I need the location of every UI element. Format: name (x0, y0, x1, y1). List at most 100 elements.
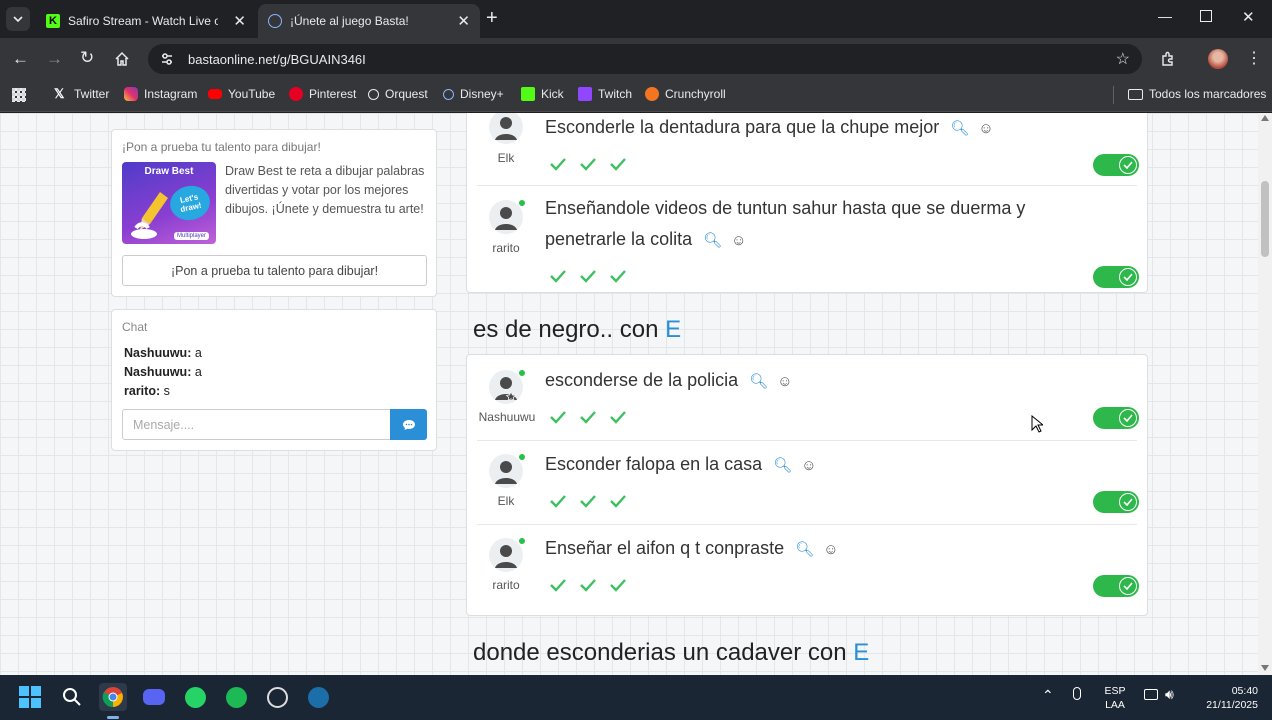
windows-start-button[interactable] (16, 683, 44, 711)
reload-icon[interactable]: ↻ (80, 48, 94, 68)
draw-best-logo-text: Draw Best (144, 166, 194, 177)
all-bookmarks[interactable]: Todos los marcadores (1128, 87, 1266, 101)
windows-logo-icon (19, 686, 41, 708)
twitch-icon (578, 87, 592, 101)
browser-toolbar: ← → ↻ bastaonline.net/g/BGUAIN346I ☆ ⋮ (0, 38, 1272, 80)
emoji-react-icon[interactable]: ☺ (777, 373, 792, 390)
microphone-icon[interactable] (1073, 687, 1081, 700)
check-icon (607, 406, 629, 428)
apps-grid-icon[interactable] (12, 88, 26, 102)
check-icon (547, 490, 569, 512)
category-heading: donde esconderias un cadaver con E (473, 639, 870, 666)
chat-message: Nashuuwu: a (124, 365, 202, 379)
try-draw-best-button[interactable]: ¡Pon a prueba tu talento para dibujar! (122, 255, 427, 286)
new-tab-button[interactable]: + (486, 7, 498, 30)
tray-chevron-up-icon[interactable]: ⌃ (1042, 687, 1054, 704)
validate-toggle[interactable] (1093, 407, 1139, 429)
whatsapp-taskbar-button[interactable] (181, 683, 209, 711)
url-text: bastaonline.net/g/BGUAIN346I (188, 51, 366, 67)
check-icon (577, 265, 599, 287)
check-icon (607, 265, 629, 287)
bookmarks-divider (1113, 86, 1114, 104)
emoji-react-icon[interactable]: ☺ (731, 232, 746, 249)
category-letter: E (665, 316, 682, 343)
validate-toggle[interactable] (1093, 491, 1139, 513)
check-icon (547, 153, 569, 175)
address-bar[interactable]: bastaonline.net/g/BGUAIN346I ☆ (148, 44, 1142, 74)
instagram-icon (124, 87, 138, 101)
search-icon[interactable]: 🔍︎ (749, 373, 768, 390)
bookmark-twitch[interactable]: Twitch (578, 87, 632, 101)
forward-icon[interactable]: → (46, 49, 63, 69)
home-icon[interactable] (114, 51, 130, 67)
page-viewport: ¡Pon a prueba tu talento para dibujar! D… (0, 113, 1258, 675)
vote-checks (547, 490, 629, 512)
spotify-taskbar-button[interactable] (222, 683, 250, 711)
bookmark-kick[interactable]: Kick (521, 87, 564, 101)
obs-taskbar-button[interactable] (263, 683, 291, 711)
bookmark-disney[interactable]: Disney+ (443, 87, 504, 101)
network-icon[interactable] (1144, 689, 1158, 700)
draw-best-image[interactable]: Draw Best Let's draw! Multiplayer (122, 162, 216, 244)
answer-username: Elk (497, 151, 515, 165)
avatar (489, 538, 523, 572)
bookmark-youtube[interactable]: YouTube (208, 87, 275, 101)
volume-icon[interactable]: 🔊︎ (1165, 686, 1174, 703)
menu-icon[interactable]: ⋮ (1246, 48, 1262, 68)
pinterest-icon (289, 87, 303, 101)
profile-avatar[interactable] (1208, 49, 1228, 69)
close-tab-icon[interactable]: ✕ (457, 12, 470, 30)
check-icon (547, 406, 569, 428)
search-icon[interactable]: 🔍︎ (795, 541, 814, 558)
validate-toggle[interactable] (1093, 266, 1139, 288)
language-indicator[interactable]: ESP LAA (1100, 684, 1130, 712)
restore-button[interactable] (1200, 10, 1212, 22)
back-icon[interactable]: ← (12, 49, 29, 69)
search-button[interactable] (58, 683, 86, 711)
discord-taskbar-button[interactable] (140, 683, 168, 711)
search-icon[interactable]: 🔍︎ (703, 232, 722, 249)
validate-toggle[interactable] (1093, 154, 1139, 176)
bookmark-instagram[interactable]: Instagram (124, 87, 197, 101)
validate-toggle[interactable] (1093, 575, 1139, 597)
tab-title: Safiro Stream - Watch Live on K (68, 14, 218, 28)
promo-description: Draw Best te reta a dibujar palabras div… (225, 164, 425, 216)
tab-search-button[interactable] (6, 7, 30, 31)
check-icon (577, 406, 599, 428)
chat-send-button[interactable] (390, 409, 427, 440)
extensions-icon[interactable] (1160, 51, 1176, 67)
tab-safiro-stream[interactable]: K Safiro Stream - Watch Live on K ✕ (36, 4, 256, 38)
bookmark-orquest[interactable]: Orquest (368, 87, 428, 101)
answer-username: Nashuuwu (478, 410, 536, 424)
site-info-icon[interactable] (160, 52, 174, 66)
steam-icon (307, 686, 329, 708)
bookmark-crunchyroll[interactable]: Crunchyroll (645, 87, 726, 101)
check-icon (607, 490, 629, 512)
emoji-react-icon[interactable]: ☺ (978, 120, 993, 137)
star-icon[interactable]: ☆ (1116, 49, 1130, 69)
close-window-button[interactable]: ✕ (1242, 8, 1255, 26)
close-tab-icon[interactable]: ✕ (233, 12, 246, 30)
minimize-button[interactable]: — (1158, 8, 1172, 24)
bookmark-twitter[interactable]: 𝕏 Twitter (54, 87, 109, 102)
promo-title: ¡Pon a prueba tu talento para dibujar! (122, 140, 321, 154)
scroll-down-arrow[interactable] (1261, 665, 1269, 671)
chrome-taskbar-button[interactable] (99, 683, 127, 711)
scrollbar-thumb[interactable] (1261, 181, 1269, 257)
chat-message-input[interactable]: Mensaje.... (122, 409, 391, 440)
scroll-up-arrow[interactable] (1261, 115, 1269, 121)
youtube-icon (208, 89, 222, 99)
category-letter: E (853, 639, 870, 666)
vote-checks (547, 574, 629, 596)
row-divider (477, 185, 1137, 186)
tab-basta[interactable]: ¡Únete al juego Basta! ✕ (258, 4, 480, 38)
clock[interactable]: 05:40 21/11/2025 (1192, 684, 1258, 712)
search-icon[interactable]: 🔍︎ (773, 457, 792, 474)
page-scrollbar[interactable] (1258, 113, 1272, 675)
search-icon[interactable]: 🔍︎ (950, 120, 969, 137)
emoji-react-icon[interactable]: ☺ (801, 457, 816, 474)
steam-taskbar-button[interactable] (304, 683, 332, 711)
emoji-react-icon[interactable]: ☺ (823, 541, 838, 558)
chevron-down-icon (13, 16, 23, 23)
bookmark-pinterest[interactable]: Pinterest (289, 87, 356, 101)
